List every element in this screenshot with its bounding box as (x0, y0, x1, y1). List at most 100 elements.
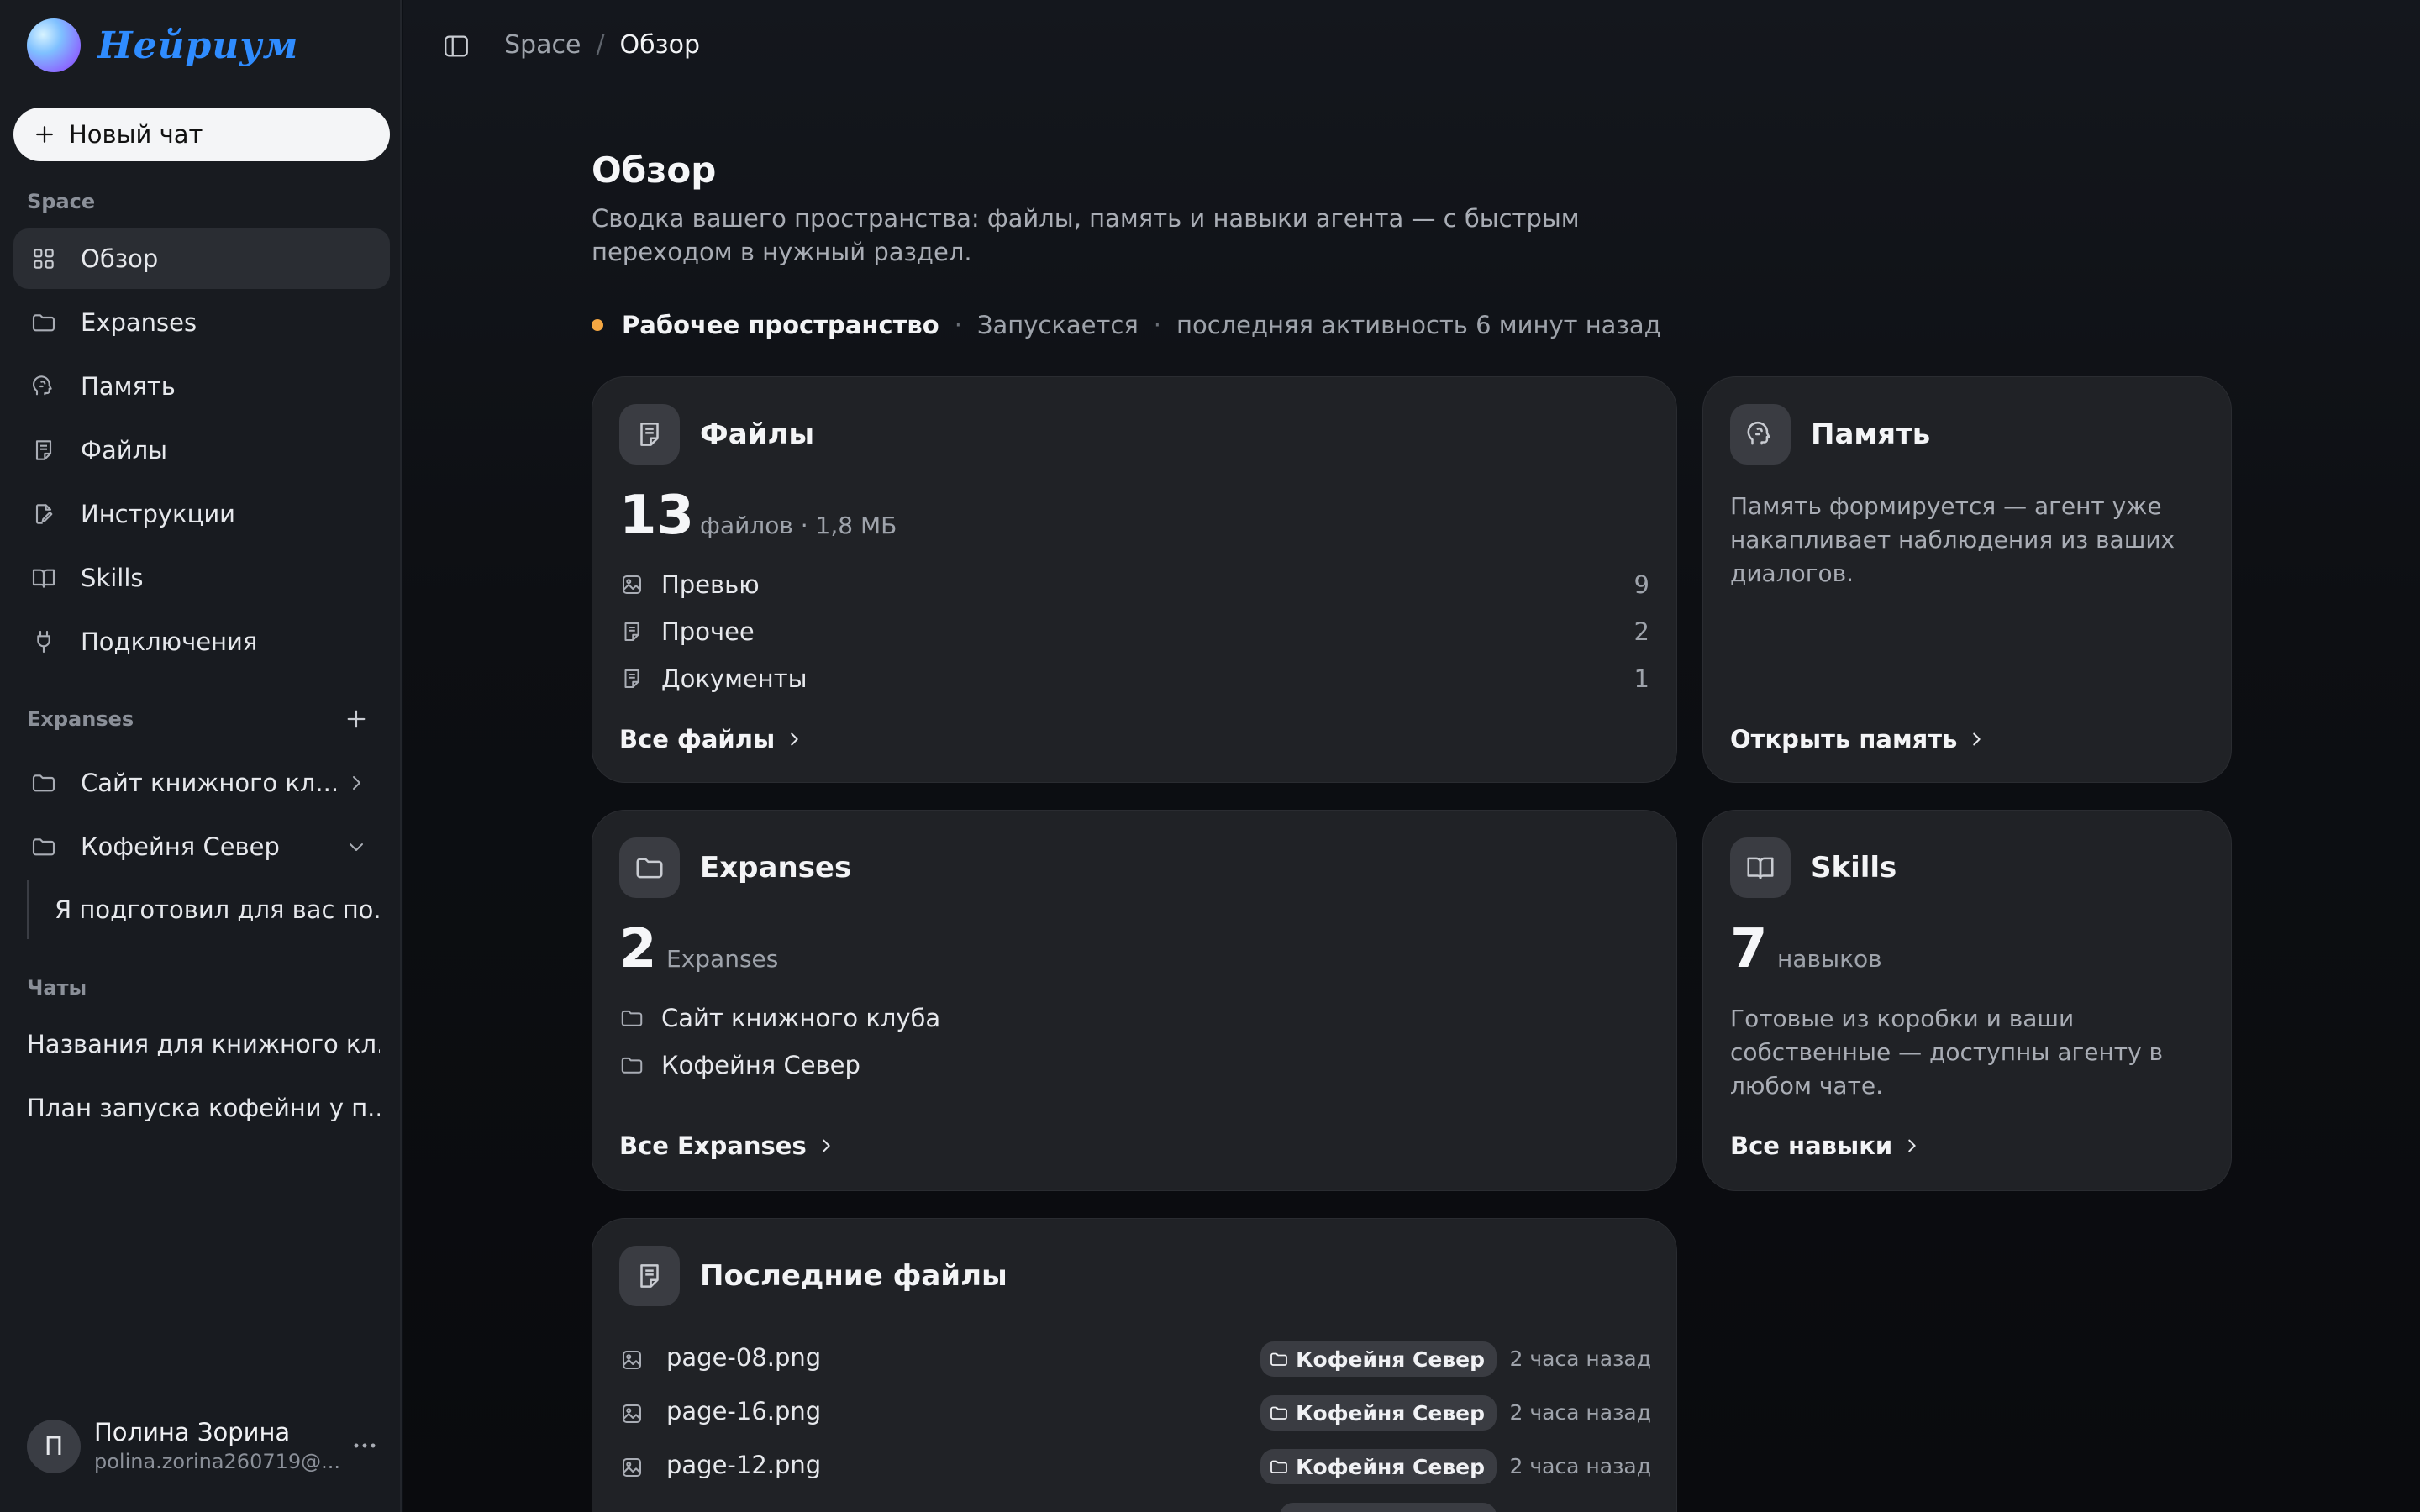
section-label-space: Space (27, 190, 96, 213)
card-icon (619, 404, 680, 465)
breadcrumb-separator: / (596, 30, 605, 60)
sidebar-item-expanses[interactable]: Expanses (13, 292, 390, 353)
open-memory-link[interactable]: Открыть память (1730, 725, 1986, 753)
recent-file-row[interactable]: page-12.png Кофейня Север 2 часа назад (619, 1447, 1651, 1488)
breadcrumb: Space / Обзор (504, 30, 700, 60)
file-name: page-16.png (666, 1397, 822, 1425)
page-title: Обзор (592, 150, 717, 191)
avatar: П (27, 1420, 81, 1473)
recent-file-row[interactable]: page-16.png Кофейня Север 2 часа назад (619, 1394, 1651, 1434)
sidebar-expanse-chat[interactable]: Я подготовил для вас по... (27, 880, 380, 939)
folder-icon (1270, 1352, 1288, 1366)
expanse-tag[interactable]: Кофейня Север (1260, 1449, 1497, 1484)
file-icon (640, 423, 659, 446)
more-icon[interactable] (353, 1441, 376, 1450)
status-separator: · (1153, 311, 1161, 339)
sidebar-item-skills[interactable]: Skills (13, 548, 390, 608)
new-chat-button[interactable]: Новый чат (13, 108, 390, 161)
workspace-label: Рабочее пространство (622, 311, 939, 339)
category-count: 2 (1634, 617, 1649, 646)
image-icon (623, 575, 641, 594)
memory-card: Память Память формируется — агент уже на… (1702, 376, 2232, 783)
chevron-right-icon (1973, 732, 1981, 746)
sidebar-toggle-icon[interactable] (442, 32, 471, 60)
chevron-right-icon[interactable] (346, 773, 366, 793)
logo-orb-icon (27, 18, 81, 72)
workspace-status: Рабочее пространство · Запускается · пос… (592, 311, 1661, 339)
user-email: polina.zorina260719@... (94, 1450, 341, 1473)
file-time: 2 часа назад (1509, 1347, 1651, 1371)
folder-icon (32, 774, 55, 792)
card-icon (619, 837, 680, 898)
folder-icon (621, 1057, 643, 1074)
image-icon (623, 1351, 641, 1369)
category-count: 9 (1634, 570, 1649, 599)
tag-label: Кофейня Север (1296, 1454, 1485, 1479)
status-activity: последняя активность 6 минут назад (1176, 311, 1661, 339)
sidebar-item-label: Память (81, 372, 176, 401)
logo-text: Нейриум (97, 24, 299, 67)
edit-file-icon (35, 504, 53, 524)
recent-files-card: Последние файлы page-08.png Кофейня Севе… (592, 1218, 1677, 1512)
card-title: Последние файлы (700, 1259, 1007, 1293)
plus-icon (36, 126, 53, 143)
sidebar-item-label: Expanses (81, 308, 197, 337)
card-title: Файлы (700, 417, 815, 451)
category-label: Превью (661, 570, 760, 599)
sidebar-expanse-coffee[interactable]: Кофейня Север (13, 816, 390, 877)
folder-icon (1270, 1406, 1288, 1420)
expanse-row[interactable]: Кофейня Север (619, 1051, 860, 1079)
memory-description: Память формируется — агент уже накаплива… (1730, 492, 2175, 587)
expanse-row[interactable]: Сайт книжного клуба (619, 1004, 940, 1032)
all-files-link[interactable]: Все файлы (619, 725, 803, 753)
add-expanse-icon[interactable] (343, 706, 370, 732)
sidebar-item-instructions[interactable]: Инструкции (13, 484, 390, 544)
link-label: Все навыки (1730, 1131, 1893, 1160)
card-title: Skills (1811, 851, 1897, 885)
files-count-sub: файлов · 1,8 МБ (700, 512, 897, 539)
book-icon (1747, 857, 1774, 879)
card-icon (1730, 837, 1791, 898)
chevron-right-icon (822, 1139, 830, 1152)
expanses-count-sub: Expanses (666, 945, 779, 973)
file-time: 2 часа назад (1509, 1454, 1651, 1478)
card-title: Expanses (700, 851, 852, 885)
files-category-row[interactable]: Документы (619, 664, 808, 693)
category-label: Прочее (661, 617, 755, 646)
sidebar-item-memory[interactable]: Память (13, 356, 390, 417)
files-category-row[interactable]: Прочее (619, 617, 755, 646)
files-category-row[interactable]: Превью (619, 570, 760, 599)
grid-icon (34, 249, 54, 269)
category-label: Документы (661, 664, 808, 693)
app-logo[interactable]: Нейриум (27, 18, 298, 72)
chat-item[interactable]: Названия для книжного кл... (27, 1030, 380, 1058)
all-expanses-link[interactable]: Все Expanses (619, 1131, 835, 1160)
user-profile[interactable]: П Полина Зорина polina.zorina260719@... (27, 1418, 380, 1478)
section-label-chats: Чаты (27, 976, 87, 1000)
skills-count-sub: навыков (1777, 945, 1882, 973)
sidebar-item-label: Skills (81, 564, 144, 592)
sidebar-item-overview[interactable]: Обзор (13, 228, 390, 289)
link-label: Открыть память (1730, 725, 1958, 753)
folder-icon (32, 838, 55, 856)
status-state: Запускается (976, 311, 1139, 339)
page-description: Сводка вашего пространства: файлы, памят… (592, 204, 1580, 266)
sidebar-item-label: Обзор (81, 244, 159, 273)
sidebar-expanse-book-club[interactable]: Сайт книжного кл... (13, 753, 390, 813)
all-skills-link[interactable]: Все навыки (1730, 1131, 1921, 1160)
brain-icon (33, 375, 52, 396)
user-name: Полина Зорина (94, 1418, 291, 1446)
sidebar-item-connections[interactable]: Подключения (13, 612, 390, 672)
chevron-down-icon[interactable] (346, 837, 366, 857)
breadcrumb-space[interactable]: Space (504, 30, 581, 60)
link-label: Все Expanses (619, 1131, 807, 1160)
file-icon (624, 622, 639, 641)
recent-file-row[interactable]: page-08.png Кофейня Север 2 часа назад (619, 1340, 1651, 1380)
expanse-tag[interactable]: Кофейня Север (1260, 1395, 1497, 1431)
chat-item[interactable]: План запуска кофейни у п... (27, 1094, 380, 1122)
expanse-tag[interactable]: Кофейня Север (1260, 1341, 1497, 1377)
sidebar-item-files[interactable]: Файлы (13, 420, 390, 480)
file-name: page-12.png (666, 1451, 822, 1479)
section-label-expanses: Expanses (27, 707, 134, 731)
status-dot-icon (592, 319, 603, 331)
